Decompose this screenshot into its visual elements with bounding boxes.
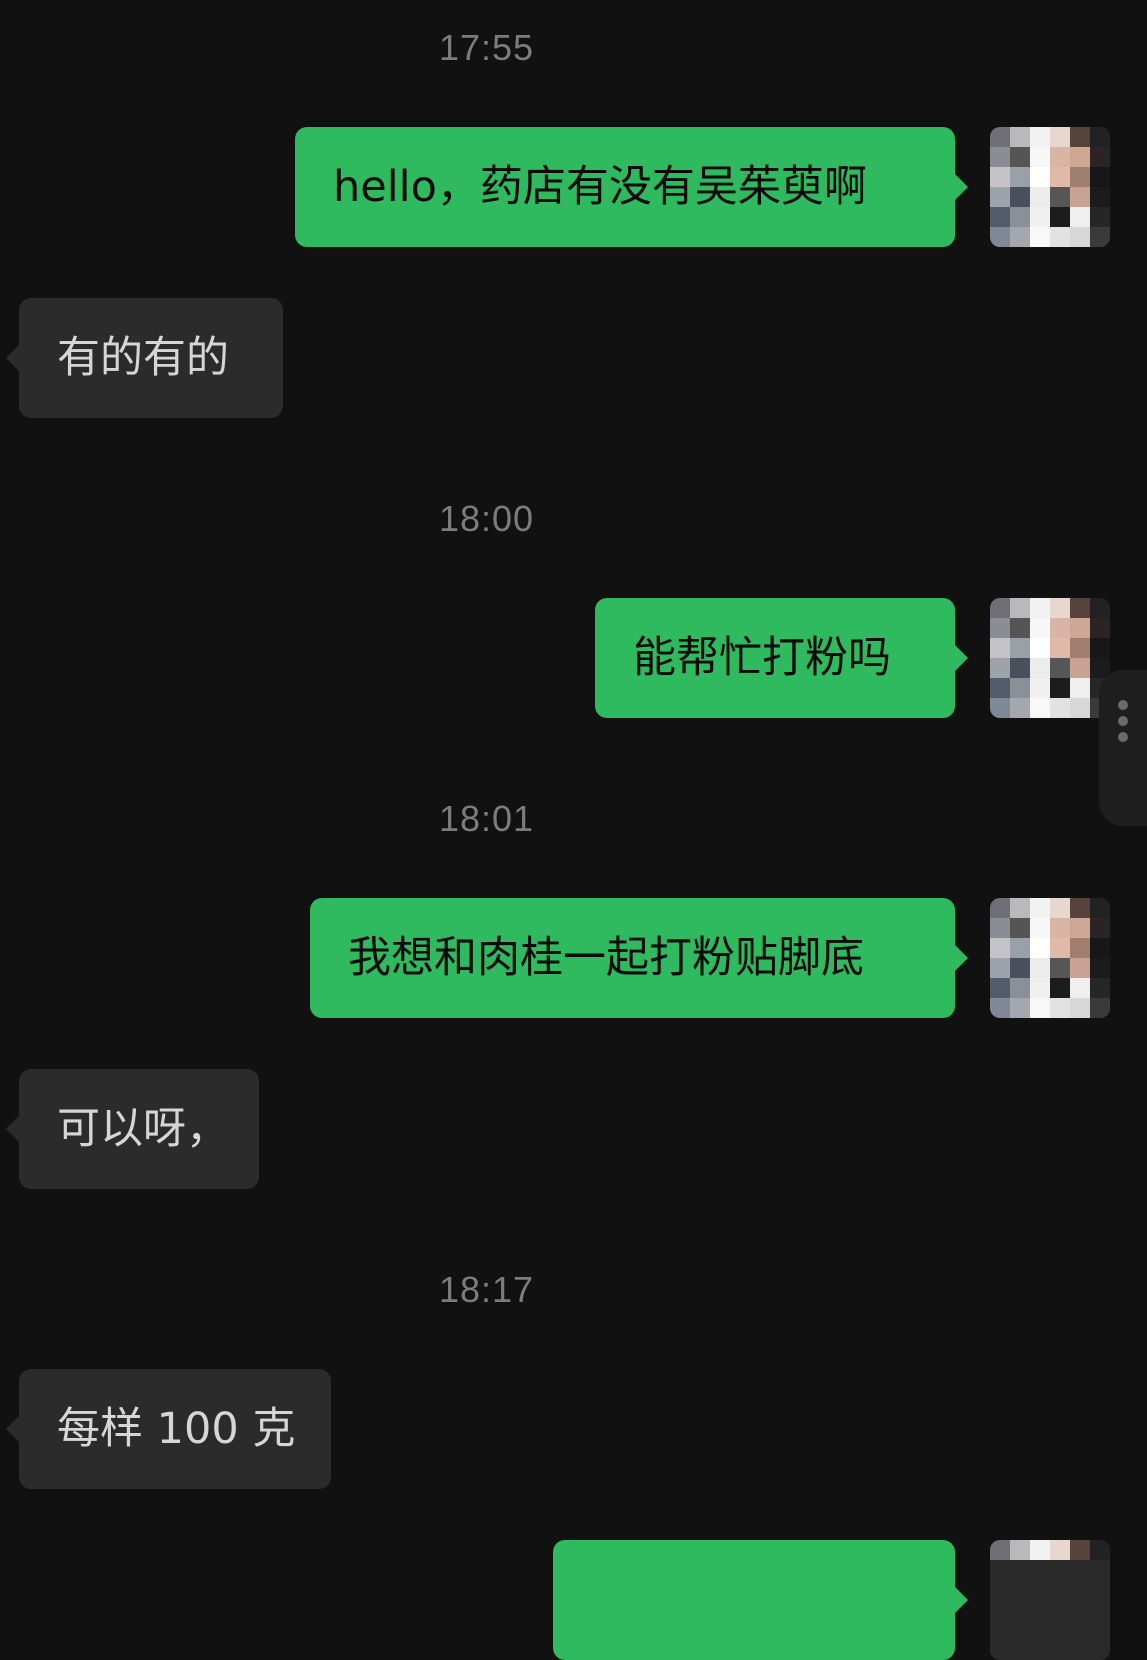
sent-message-bubble[interactable]: hello，药店有没有吴茱萸啊 — [295, 127, 968, 247]
pixelated-avatar-icon[interactable] — [990, 898, 1110, 1018]
message-timestamp: 17:55 — [438, 27, 535, 68]
sent-message-bubble[interactable] — [553, 1540, 968, 1660]
pixelated-avatar-icon[interactable] — [990, 127, 1110, 247]
message-timestamp: 18:17 — [438, 1269, 535, 1310]
more-vertical-icon[interactable] — [1099, 670, 1147, 826]
chat-message-list[interactable]: 17:55 hello，药店有没有吴茱萸啊 有的有的 18:00 能帮忙打粉吗 … — [0, 0, 1147, 1660]
received-message-bubble[interactable]: 有的有的 — [6, 298, 283, 418]
pixelated-avatar-icon[interactable] — [990, 1540, 1110, 1660]
received-message-bubble[interactable]: 每样 100 克 — [6, 1369, 331, 1489]
message-timestamp: 18:01 — [438, 798, 535, 839]
received-message-bubble[interactable]: 可以呀， — [6, 1069, 259, 1189]
sent-message-bubble[interactable]: 我想和肉桂一起打粉贴脚底 — [310, 898, 968, 1018]
sent-message-bubble[interactable]: 能帮忙打粉吗 — [595, 598, 968, 718]
pixelated-avatar-icon[interactable] — [990, 598, 1110, 718]
message-timestamp: 18:00 — [438, 498, 535, 539]
